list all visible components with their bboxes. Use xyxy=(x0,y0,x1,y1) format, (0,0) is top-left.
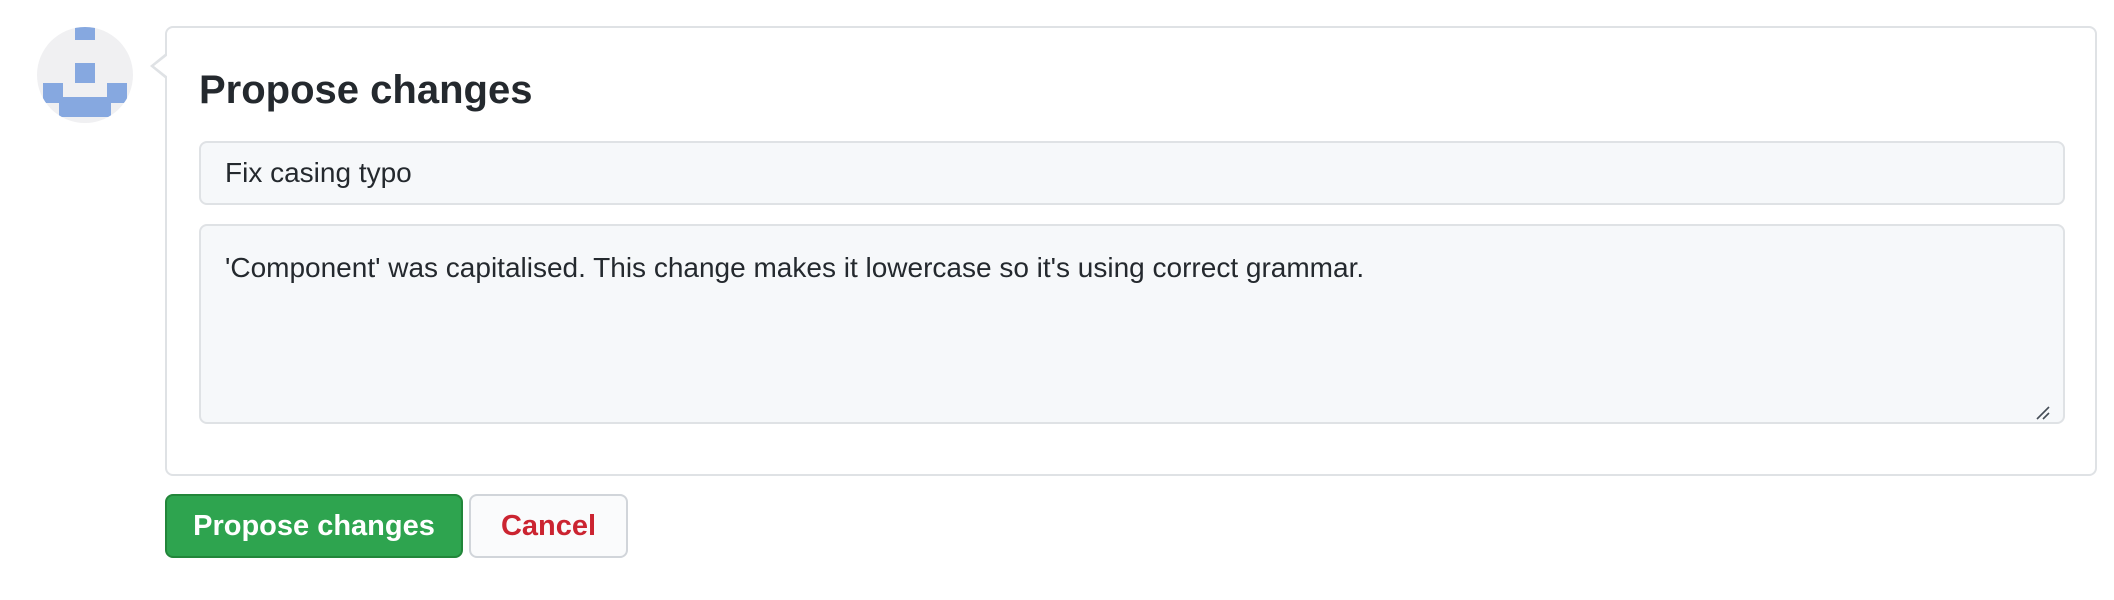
identicon-pixel xyxy=(59,97,111,117)
propose-changes-box: Propose changes 'Component' was capitali… xyxy=(165,26,2097,476)
propose-changes-page: Propose changes 'Component' was capitali… xyxy=(0,0,2114,600)
comment-arrow-fill xyxy=(154,55,168,77)
user-avatar[interactable] xyxy=(37,27,133,123)
identicon-pixel xyxy=(75,63,95,83)
form-title: Propose changes xyxy=(199,68,533,112)
commit-summary-input[interactable] xyxy=(199,141,2065,205)
identicon-pixel xyxy=(75,27,95,40)
commit-description-textarea[interactable]: 'Component' was capitalised. This change… xyxy=(199,224,2065,424)
resize-grip-icon[interactable] xyxy=(2034,404,2050,420)
cancel-button[interactable]: Cancel xyxy=(469,494,628,558)
propose-changes-button[interactable]: Propose changes xyxy=(165,494,463,558)
